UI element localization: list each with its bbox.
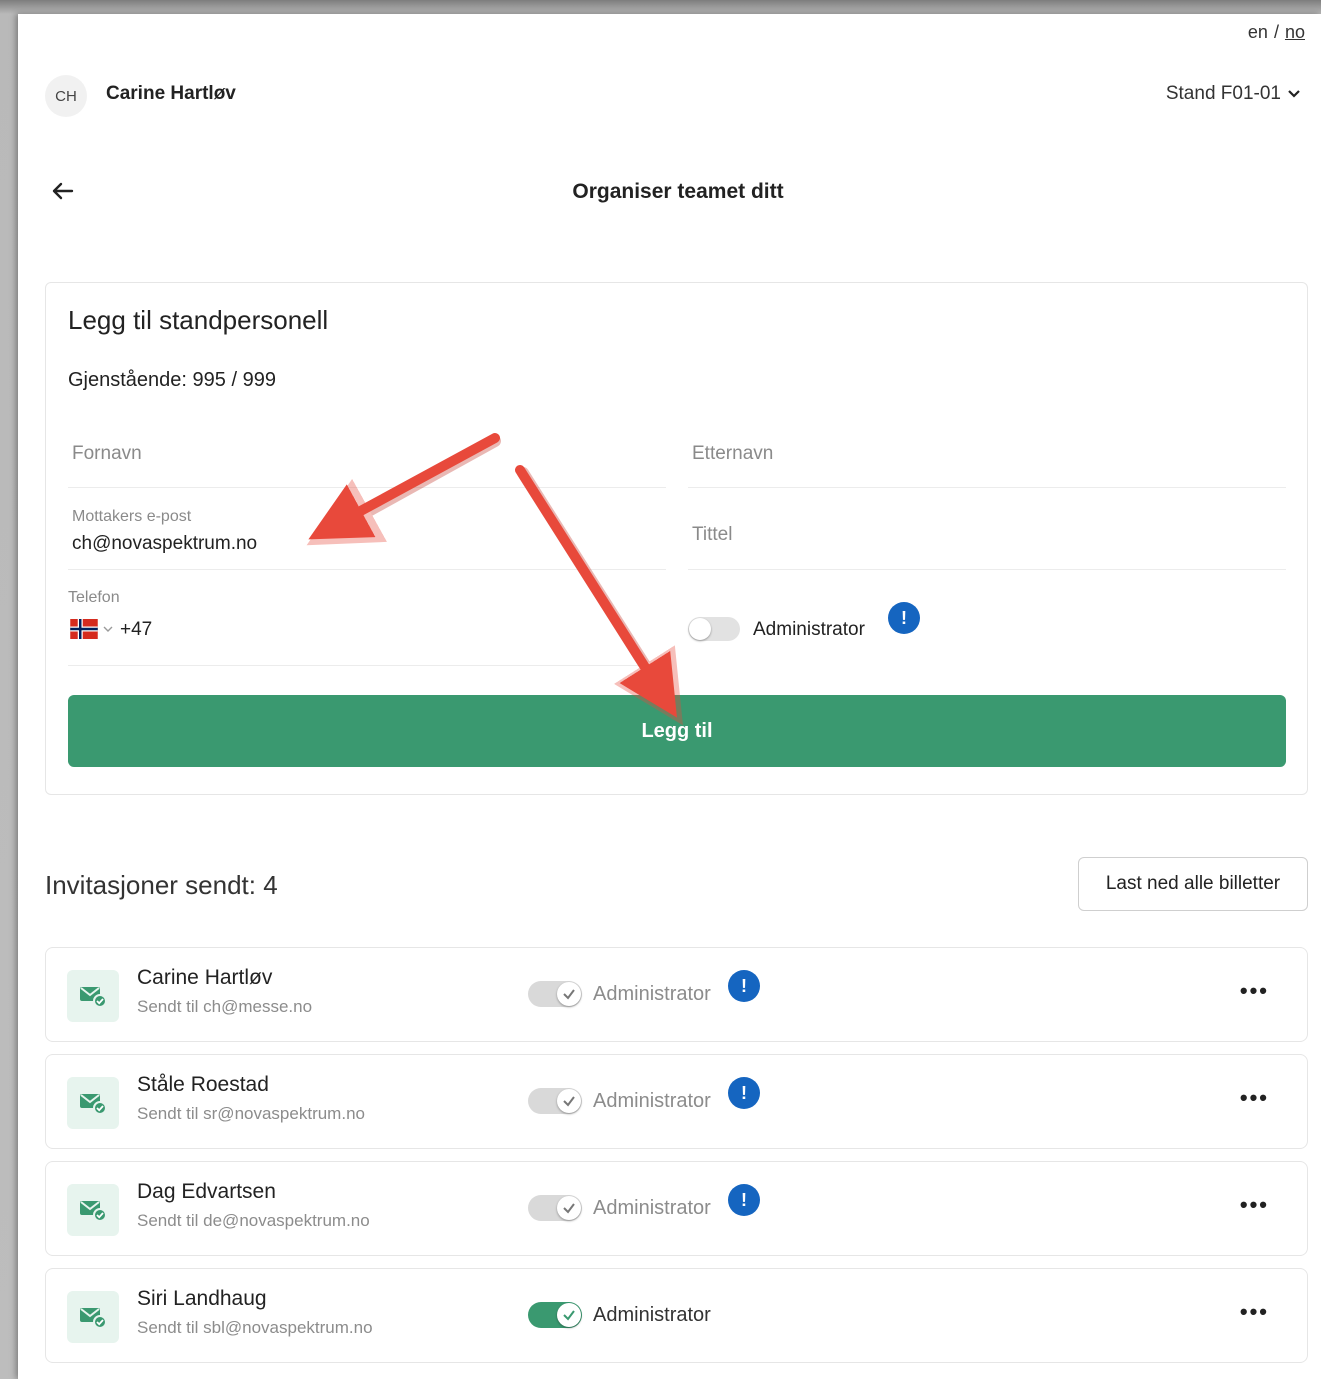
admin-toggle[interactable] (688, 617, 740, 641)
add-button[interactable]: Legg til (68, 695, 1286, 767)
norway-flag-icon (70, 619, 98, 639)
invitee-sent-to: Sendt til ch@messe.no (137, 997, 313, 1016)
invitation-row: Dag Edvartsen Sendt til de@novaspektrum.… (45, 1161, 1308, 1256)
check-icon (557, 1089, 581, 1113)
info-icon[interactable]: ! (728, 1184, 760, 1216)
chevron-down-icon (103, 626, 113, 632)
email-field[interactable]: Mottakers e-post ch@novaspektrum.no (68, 499, 666, 570)
admin-label: Administrator (753, 619, 865, 640)
first-name-placeholder: Fornavn (72, 443, 142, 464)
language-switcher: en / no (1248, 22, 1305, 43)
invitee-admin-label: Administrator (593, 1197, 711, 1219)
info-icon[interactable]: ! (888, 602, 920, 634)
email-label: Mottakers e-post (72, 508, 192, 525)
add-staff-card: Legg til standpersonell Gjenstående: 995… (45, 282, 1308, 795)
chevron-down-icon (1288, 90, 1300, 98)
stand-label: Stand F01-01 (1165, 83, 1281, 104)
stand-selector[interactable]: Stand F01-01 (1166, 83, 1301, 105)
more-dots-icon[interactable]: ••• (1240, 1299, 1269, 1325)
more-dots-icon[interactable]: ••• (1240, 1085, 1269, 1111)
more-dots-icon[interactable]: ••• (1240, 1192, 1269, 1218)
page-title: Organiser teamet ditt (572, 180, 784, 203)
mail-check-icon (67, 1184, 119, 1236)
job-title-placeholder: Tittel (692, 524, 733, 545)
toggle-knob (689, 618, 711, 640)
invitations-title: Invitasjoner sendt: 4 (45, 870, 278, 900)
avatar: CH (45, 75, 87, 117)
info-icon[interactable]: ! (728, 1077, 760, 1109)
mail-check-icon (67, 970, 119, 1022)
info-icon[interactable]: ! (728, 970, 760, 1002)
last-name-field[interactable]: Etternavn (688, 425, 1286, 488)
invitee-name: Dag Edvartsen (137, 1180, 276, 1203)
lang-en-link[interactable]: en (1248, 22, 1268, 42)
last-name-placeholder: Etternavn (692, 443, 774, 464)
check-icon (557, 1303, 581, 1327)
job-title-field[interactable]: Tittel (688, 499, 1286, 570)
invitee-admin-toggle[interactable] (528, 1302, 582, 1328)
mail-check-icon (67, 1291, 119, 1343)
download-all-tickets-button[interactable]: Last ned alle billetter (1078, 857, 1308, 911)
invitee-sent-to: Sendt til sbl@novaspektrum.no (137, 1318, 373, 1337)
more-dots-icon[interactable]: ••• (1240, 978, 1269, 1004)
invitee-admin-label: Administrator (593, 1090, 711, 1112)
invitee-admin-toggle[interactable] (528, 1088, 582, 1114)
email-value: ch@novaspektrum.no (72, 533, 258, 554)
lang-separator: / (1273, 22, 1279, 42)
invitee-admin-label: Administrator (593, 1304, 711, 1326)
invitee-name: Carine Hartløv (137, 966, 273, 989)
check-icon (557, 982, 581, 1006)
card-title: Legg til standpersonell (68, 305, 329, 335)
phone-label: Telefon (68, 589, 120, 606)
remaining-count: Gjenstående: 995 / 999 (68, 369, 276, 391)
page: en / no CH Carine Hartløv Stand F01-01 Org… (18, 14, 1321, 1379)
check-icon (557, 1196, 581, 1220)
invitation-row: Carine Hartløv Sendt til ch@messe.no Adm… (45, 947, 1308, 1042)
mail-check-icon (67, 1077, 119, 1129)
invitee-name: Ståle Roestad (137, 1073, 269, 1096)
invitee-admin-label: Administrator (593, 983, 711, 1005)
phone-prefix: +47 (120, 619, 153, 640)
invitation-row: Siri Landhaug Sendt til sbl@novaspektrum… (45, 1268, 1308, 1363)
user-name: Carine Hartløv (106, 83, 236, 104)
lang-no-link[interactable]: no (1285, 22, 1305, 42)
first-name-field[interactable]: Fornavn (68, 425, 666, 488)
phone-field[interactable]: Telefon +47 (68, 583, 666, 666)
invitee-sent-to: Sendt til de@novaspektrum.no (137, 1211, 370, 1230)
invitee-admin-toggle[interactable] (528, 1195, 582, 1221)
invitee-name: Siri Landhaug (137, 1287, 267, 1310)
invitee-sent-to: Sendt til sr@novaspektrum.no (137, 1104, 365, 1123)
country-code-select[interactable] (68, 619, 113, 639)
invitee-admin-toggle[interactable] (528, 981, 582, 1007)
invitation-row: Ståle Roestad Sendt til sr@novaspektrum.… (45, 1054, 1308, 1149)
